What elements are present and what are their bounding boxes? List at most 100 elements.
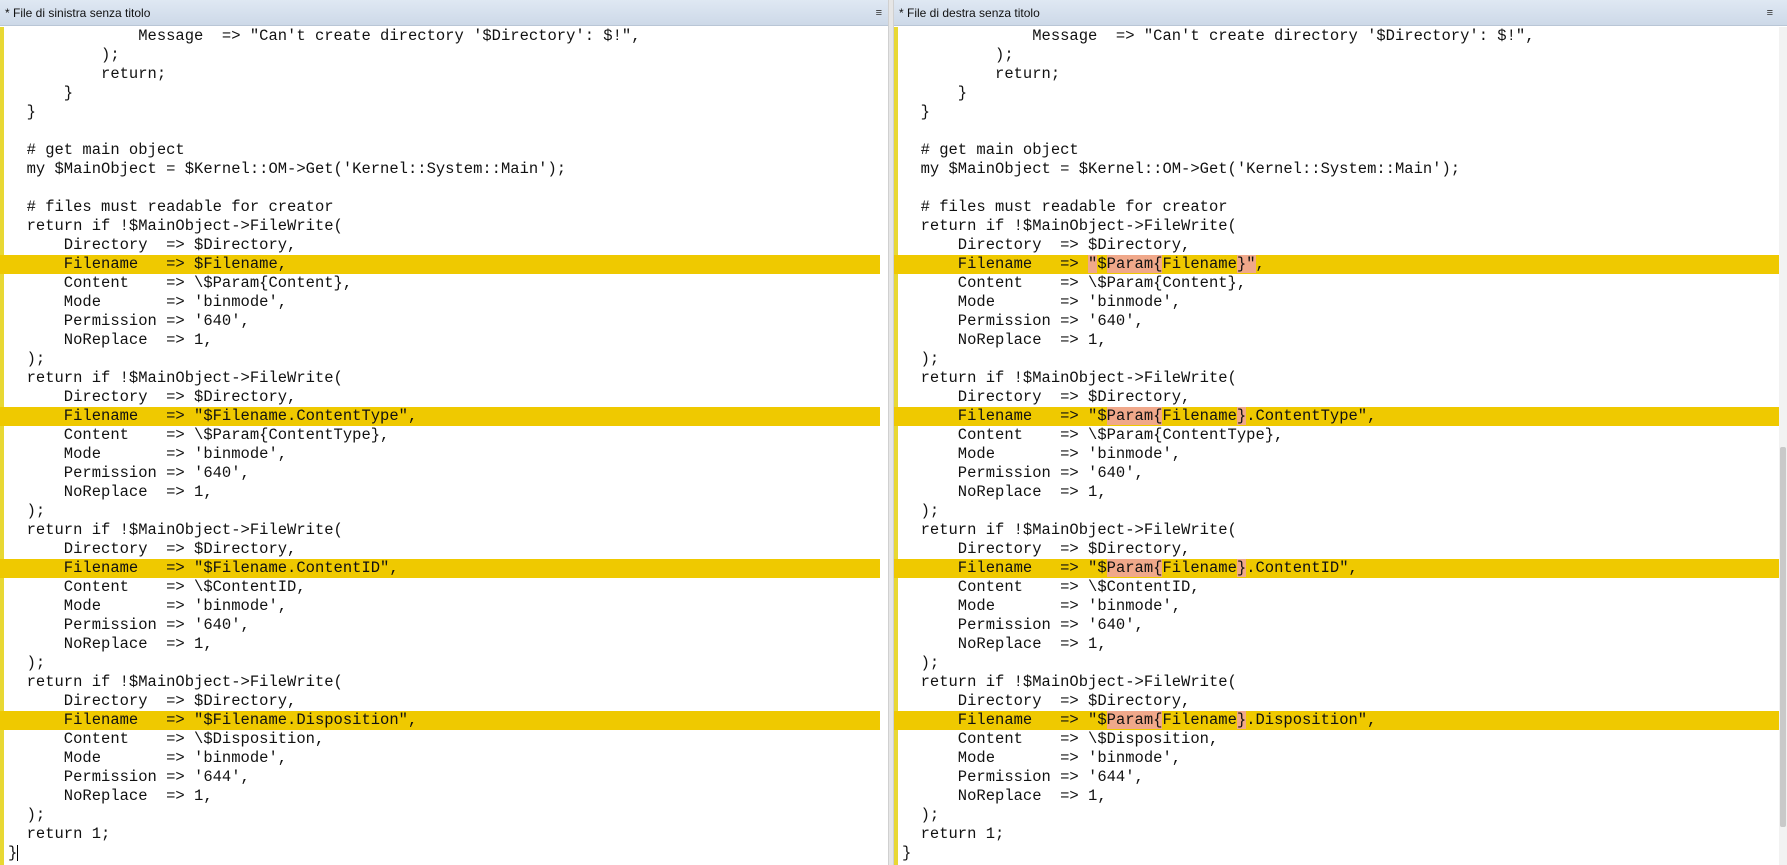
right-pane-menu-icon[interactable]: ≡ bbox=[1767, 0, 1773, 26]
code-line[interactable]: return if !$MainObject->FileWrite( bbox=[0, 673, 880, 692]
code-line[interactable]: Content => \$Disposition, bbox=[894, 730, 1779, 749]
code-line[interactable]: Content => \$ContentID, bbox=[894, 578, 1779, 597]
code-line[interactable]: return if !$MainObject->FileWrite( bbox=[0, 369, 880, 388]
code-line[interactable]: ); bbox=[894, 46, 1779, 65]
code-line[interactable]: } bbox=[0, 84, 880, 103]
code-line[interactable] bbox=[894, 122, 1779, 141]
code-line[interactable]: Directory => $Directory, bbox=[0, 540, 880, 559]
code-text: # get main object bbox=[8, 141, 185, 159]
left-code-editor[interactable]: Message => "Can't create directory '$Dir… bbox=[0, 27, 888, 865]
code-line[interactable]: NoReplace => 1, bbox=[0, 635, 880, 654]
code-line[interactable]: return if !$MainObject->FileWrite( bbox=[0, 217, 880, 236]
code-line[interactable]: Directory => $Directory, bbox=[0, 236, 880, 255]
code-line[interactable] bbox=[0, 122, 880, 141]
code-line[interactable]: Content => \$Param{ContentType}, bbox=[894, 426, 1779, 445]
code-line[interactable]: Content => \$Param{Content}, bbox=[0, 274, 880, 293]
code-line[interactable]: ); bbox=[894, 502, 1779, 521]
code-line[interactable]: return if !$MainObject->FileWrite( bbox=[0, 521, 880, 540]
changed-code-line[interactable]: Filename => "$Filename.ContentType", bbox=[0, 407, 880, 426]
code-line[interactable]: Content => \$Disposition, bbox=[0, 730, 880, 749]
code-line[interactable]: # files must readable for creator bbox=[0, 198, 880, 217]
code-line[interactable]: Mode => 'binmode', bbox=[0, 293, 880, 312]
code-line[interactable]: ); bbox=[894, 806, 1779, 825]
code-line[interactable]: NoReplace => 1, bbox=[0, 483, 880, 502]
changed-code-line[interactable]: Filename => "$Param{Filename}.ContentTyp… bbox=[894, 407, 1779, 426]
code-line[interactable]: NoReplace => 1, bbox=[0, 787, 880, 806]
code-line[interactable]: NoReplace => 1, bbox=[894, 331, 1779, 350]
code-line[interactable]: Permission => '640', bbox=[0, 616, 880, 635]
code-line[interactable]: my $MainObject = $Kernel::OM->Get('Kerne… bbox=[0, 160, 880, 179]
left-file-pane[interactable]: * File di sinistra senza titolo ≡ Messag… bbox=[0, 0, 888, 865]
code-line[interactable]: Directory => $Directory, bbox=[894, 692, 1779, 711]
code-text: Mode => 'binmode', bbox=[8, 293, 288, 311]
code-line[interactable]: # get main object bbox=[0, 141, 880, 160]
code-line[interactable]: # files must readable for creator bbox=[894, 198, 1779, 217]
left-code-lines[interactable]: Message => "Can't create directory '$Dir… bbox=[0, 27, 880, 863]
code-line[interactable]: Permission => '644', bbox=[894, 768, 1779, 787]
right-code-lines[interactable]: Message => "Can't create directory '$Dir… bbox=[894, 27, 1779, 863]
code-line[interactable]: ); bbox=[894, 350, 1779, 369]
code-line[interactable]: return; bbox=[894, 65, 1779, 84]
changed-code-line[interactable]: Filename => "$Filename.Disposition", bbox=[0, 711, 880, 730]
code-line[interactable] bbox=[894, 179, 1779, 198]
code-line[interactable]: return 1; bbox=[894, 825, 1779, 844]
changed-code-line[interactable]: Filename => "$Param{Filename}", bbox=[894, 255, 1779, 274]
changed-code-line[interactable]: Filename => "$Param{Filename}.Dispositio… bbox=[894, 711, 1779, 730]
code-line[interactable]: Mode => 'binmode', bbox=[894, 293, 1779, 312]
code-line[interactable]: ); bbox=[0, 806, 880, 825]
code-line[interactable]: return if !$MainObject->FileWrite( bbox=[894, 521, 1779, 540]
code-line[interactable]: Mode => 'binmode', bbox=[894, 445, 1779, 464]
code-line[interactable]: Permission => '640', bbox=[894, 616, 1779, 635]
code-line[interactable]: Mode => 'binmode', bbox=[0, 445, 880, 464]
code-line[interactable]: } bbox=[894, 84, 1779, 103]
code-line[interactable]: # get main object bbox=[894, 141, 1779, 160]
right-scrollbar-thumb[interactable] bbox=[1780, 447, 1786, 827]
code-line[interactable]: Mode => 'binmode', bbox=[894, 597, 1779, 616]
code-line[interactable]: Permission => '640', bbox=[0, 464, 880, 483]
code-line[interactable]: Content => \$ContentID, bbox=[0, 578, 880, 597]
code-line[interactable]: } bbox=[0, 103, 880, 122]
code-line[interactable]: NoReplace => 1, bbox=[894, 787, 1779, 806]
code-line[interactable]: Permission => '640', bbox=[894, 312, 1779, 331]
code-line[interactable]: return if !$MainObject->FileWrite( bbox=[894, 369, 1779, 388]
changed-code-line[interactable]: Filename => "$Filename.ContentID", bbox=[0, 559, 880, 578]
code-line[interactable]: NoReplace => 1, bbox=[0, 331, 880, 350]
code-line[interactable]: return 1; bbox=[0, 825, 880, 844]
changed-code-line[interactable]: Filename => "$Param{Filename}.ContentID"… bbox=[894, 559, 1779, 578]
code-line[interactable]: Message => "Can't create directory '$Dir… bbox=[894, 27, 1779, 46]
code-line[interactable]: my $MainObject = $Kernel::OM->Get('Kerne… bbox=[894, 160, 1779, 179]
code-line[interactable]: Message => "Can't create directory '$Dir… bbox=[0, 27, 880, 46]
right-file-pane[interactable]: * File di destra senza titolo ≡ Message … bbox=[894, 0, 1787, 865]
right-vertical-scrollbar[interactable] bbox=[1779, 27, 1787, 865]
code-line[interactable]: Permission => '640', bbox=[0, 312, 880, 331]
code-line[interactable]: Mode => 'binmode', bbox=[894, 749, 1779, 768]
code-line[interactable]: Mode => 'binmode', bbox=[0, 749, 880, 768]
code-line[interactable]: return if !$MainObject->FileWrite( bbox=[894, 217, 1779, 236]
code-line[interactable]: Directory => $Directory, bbox=[894, 540, 1779, 559]
code-line[interactable]: Directory => $Directory, bbox=[0, 388, 880, 407]
code-line[interactable]: NoReplace => 1, bbox=[894, 635, 1779, 654]
code-line[interactable]: Directory => $Directory, bbox=[0, 692, 880, 711]
code-line[interactable]: Content => \$Param{Content}, bbox=[894, 274, 1779, 293]
code-line[interactable]: ); bbox=[894, 654, 1779, 673]
code-line[interactable]: ); bbox=[0, 502, 880, 521]
code-line[interactable]: NoReplace => 1, bbox=[894, 483, 1779, 502]
code-line[interactable]: return; bbox=[0, 65, 880, 84]
changed-code-line[interactable]: Filename => $Filename, bbox=[0, 255, 880, 274]
code-line[interactable]: Directory => $Directory, bbox=[894, 388, 1779, 407]
code-line[interactable]: Directory => $Directory, bbox=[894, 236, 1779, 255]
code-line[interactable] bbox=[0, 179, 880, 198]
code-line[interactable]: } bbox=[894, 844, 1779, 863]
code-line[interactable]: Mode => 'binmode', bbox=[0, 597, 880, 616]
left-pane-menu-icon[interactable]: ≡ bbox=[876, 0, 882, 26]
code-line[interactable]: ); bbox=[0, 350, 880, 369]
code-line[interactable]: return if !$MainObject->FileWrite( bbox=[894, 673, 1779, 692]
code-line[interactable]: ); bbox=[0, 654, 880, 673]
right-code-editor[interactable]: Message => "Can't create directory '$Dir… bbox=[894, 27, 1787, 865]
code-line[interactable]: } bbox=[894, 103, 1779, 122]
code-line[interactable]: Content => \$Param{ContentType}, bbox=[0, 426, 880, 445]
code-line[interactable]: } bbox=[0, 844, 880, 863]
code-line[interactable]: Permission => '644', bbox=[0, 768, 880, 787]
code-line[interactable]: Permission => '640', bbox=[894, 464, 1779, 483]
code-line[interactable]: ); bbox=[0, 46, 880, 65]
